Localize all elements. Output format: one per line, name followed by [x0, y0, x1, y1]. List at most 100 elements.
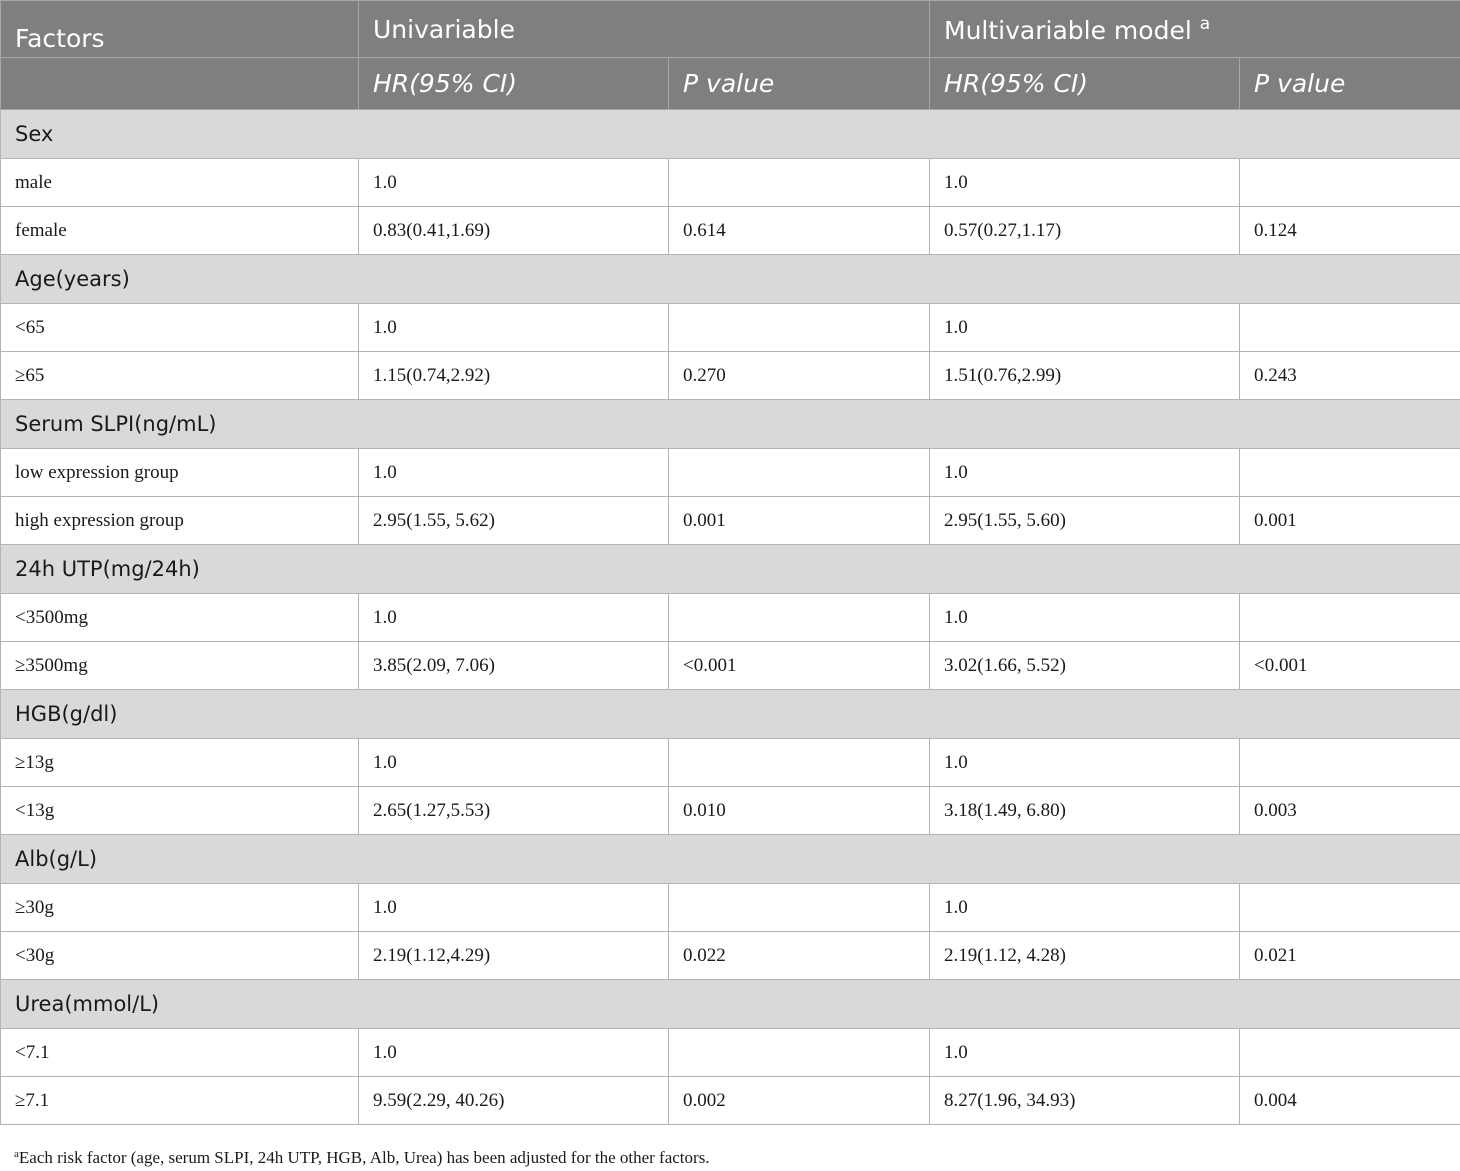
factor-label: male	[0, 158, 359, 207]
factor-label: high expression group	[0, 496, 359, 545]
factor-label: ≥65	[0, 351, 359, 400]
factor-label: ≥3500mg	[0, 641, 359, 690]
multi-hr-cell: 8.27(1.96, 34.93)	[929, 1076, 1241, 1125]
group-row: Sex	[0, 109, 1460, 159]
header-multi-ci-label: (95% CI)	[980, 69, 1089, 98]
uni-hr-cell: 1.0	[358, 593, 669, 642]
group-title: Serum SLPI(ng/mL)	[0, 399, 1460, 449]
multi-hr-cell: 1.0	[929, 593, 1241, 642]
multi-p-cell	[1239, 1028, 1460, 1077]
table-row: female 0.83(0.41,1.69) 0.614 0.57(0.27,1…	[0, 206, 1460, 255]
header-factors: Factors	[0, 0, 359, 58]
factor-label: ≥7.1	[0, 1076, 359, 1125]
header-multi-hr-label: HR	[944, 69, 981, 98]
header-multi-p: P value	[1239, 57, 1460, 110]
factor-label: <65	[0, 303, 359, 352]
table-row: <65 1.0 1.0	[0, 303, 1460, 352]
multi-p-cell: <0.001	[1239, 641, 1460, 690]
factor-label: female	[0, 206, 359, 255]
uni-p-cell	[667, 593, 931, 642]
uni-hr-cell: 1.0	[358, 303, 669, 352]
factor-label: <7.1	[0, 1028, 359, 1077]
multi-p-cell: 0.243	[1239, 351, 1460, 400]
header-multivariable-label: Multivariable model	[944, 15, 1192, 45]
multi-p-cell: 0.124	[1239, 206, 1460, 255]
uni-hr-cell: 0.83(0.41,1.69)	[358, 206, 669, 255]
group-row: Serum SLPI(ng/mL)	[0, 399, 1460, 449]
multi-hr-cell: 1.0	[929, 158, 1241, 207]
table-row: high expression group 2.95(1.55, 5.62) 0…	[0, 496, 1460, 545]
table-row: ≥30g 1.0 1.0	[0, 883, 1460, 932]
factor-label: ≥13g	[0, 738, 359, 787]
table-row: ≥3500mg 3.85(2.09, 7.06) <0.001 3.02(1.6…	[0, 641, 1460, 690]
uni-hr-cell: 3.85(2.09, 7.06)	[358, 641, 669, 690]
multi-hr-cell: 1.0	[929, 883, 1241, 932]
uni-hr-cell: 9.59(2.29, 40.26)	[358, 1076, 669, 1125]
uni-hr-cell: 2.95(1.55, 5.62)	[358, 496, 669, 545]
table-row: <13g 2.65(1.27,5.53) 0.010 3.18(1.49, 6.…	[0, 786, 1460, 835]
multi-p-cell	[1239, 593, 1460, 642]
uni-p-cell: 0.010	[667, 786, 931, 835]
uni-p-cell: 0.001	[667, 496, 931, 545]
multi-hr-cell: 3.18(1.49, 6.80)	[929, 786, 1241, 835]
uni-p-cell: 0.022	[667, 931, 931, 980]
multi-p-cell: 0.004	[1239, 1076, 1460, 1125]
uni-p-cell	[667, 303, 931, 352]
header-multivariable: Multivariable model a	[929, 0, 1460, 58]
group-row: Alb(g/L)	[0, 834, 1460, 884]
uni-hr-cell: 2.65(1.27,5.53)	[358, 786, 669, 835]
multi-hr-cell: 2.19(1.12, 4.28)	[929, 931, 1241, 980]
table-row: ≥7.1 9.59(2.29, 40.26) 0.002 8.27(1.96, …	[0, 1076, 1460, 1125]
multi-hr-cell: 1.0	[929, 448, 1241, 497]
uni-p-cell	[667, 1028, 931, 1077]
multi-hr-cell: 1.0	[929, 1028, 1241, 1077]
multi-hr-cell: 1.0	[929, 738, 1241, 787]
group-title: HGB(g/dl)	[0, 689, 1460, 739]
table-row: <30g 2.19(1.12,4.29) 0.022 2.19(1.12, 4.…	[0, 931, 1460, 980]
group-title: 24h UTP(mg/24h)	[0, 544, 1460, 594]
table-row: ≥65 1.15(0.74,2.92) 0.270 1.51(0.76,2.99…	[0, 351, 1460, 400]
uni-hr-cell: 1.0	[358, 448, 669, 497]
multi-p-cell	[1239, 158, 1460, 207]
uni-p-cell: <0.001	[667, 641, 931, 690]
uni-hr-cell: 1.0	[358, 158, 669, 207]
header-uni-hr: HR(95% CI)	[358, 57, 669, 110]
uni-p-cell: 0.002	[667, 1076, 931, 1125]
group-row: 24h UTP(mg/24h)	[0, 544, 1460, 594]
group-row: HGB(g/dl)	[0, 689, 1460, 739]
group-title: Sex	[0, 109, 1460, 159]
multi-p-cell: 0.021	[1239, 931, 1460, 980]
multi-p-cell	[1239, 303, 1460, 352]
multi-p-cell	[1239, 883, 1460, 932]
multi-hr-cell: 1.51(0.76,2.99)	[929, 351, 1241, 400]
uni-hr-cell: 2.19(1.12,4.29)	[358, 931, 669, 980]
uni-hr-cell: 1.15(0.74,2.92)	[358, 351, 669, 400]
factor-label: low expression group	[0, 448, 359, 497]
header-uni-hr-label: HR	[373, 69, 410, 98]
uni-p-cell: 0.614	[667, 206, 931, 255]
uni-p-cell	[667, 158, 931, 207]
group-title: Alb(g/L)	[0, 834, 1460, 884]
table-row: <7.1 1.0 1.0	[0, 1028, 1460, 1077]
group-title: Age(years)	[0, 254, 1460, 304]
group-row: Urea(mmol/L)	[0, 979, 1460, 1029]
footnote-text: Each risk factor (age, serum SLPI, 24h U…	[18, 1148, 710, 1167]
multi-p-cell: 0.001	[1239, 496, 1460, 545]
factor-label: <13g	[0, 786, 359, 835]
uni-hr-cell: 1.0	[358, 738, 669, 787]
uni-p-cell	[667, 448, 931, 497]
table-row: <3500mg 1.0 1.0	[0, 593, 1460, 642]
table-row: ≥13g 1.0 1.0	[0, 738, 1460, 787]
table-header: Factors Univariable Multivariable model …	[0, 0, 1460, 110]
uni-p-cell: 0.270	[667, 351, 931, 400]
header-multi-hr: HR(95% CI)	[929, 57, 1241, 110]
multi-p-cell	[1239, 738, 1460, 787]
multi-hr-cell: 2.95(1.55, 5.60)	[929, 496, 1241, 545]
multi-hr-cell: 0.57(0.27,1.17)	[929, 206, 1241, 255]
multi-p-cell: 0.003	[1239, 786, 1460, 835]
header-uni-ci-label: (95% CI)	[409, 69, 518, 98]
multi-p-cell	[1239, 448, 1460, 497]
group-title: Urea(mmol/L)	[0, 979, 1460, 1029]
uni-hr-cell: 1.0	[358, 883, 669, 932]
factor-label: ≥30g	[0, 883, 359, 932]
